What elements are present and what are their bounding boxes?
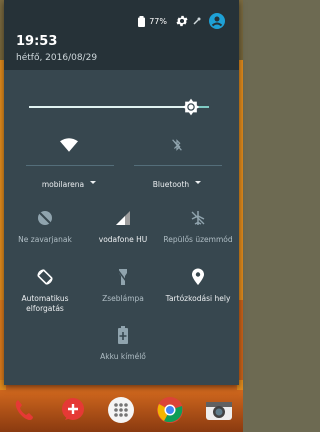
battery-saver-tile[interactable]: Akku kímélő bbox=[82, 326, 164, 361]
bluetooth-divider bbox=[134, 165, 222, 166]
status-icons: 77% bbox=[138, 12, 225, 30]
chevron-down-icon bbox=[90, 181, 97, 184]
bluetooth-label: Bluetooth bbox=[152, 180, 190, 189]
home-dock bbox=[0, 388, 243, 432]
signal-icon bbox=[116, 211, 130, 225]
flashlight-icon bbox=[116, 268, 130, 286]
location-tile[interactable]: Tartózkodási hely bbox=[157, 268, 239, 303]
location-icon bbox=[192, 268, 204, 285]
do-not-disturb-tile[interactable]: Ne zavarjanak bbox=[4, 210, 86, 244]
auto-rotate-label: Automatikus elforgatás bbox=[21, 294, 69, 313]
quick-settings-panel: mobilarena Bluetooth Ne zavarjanak vodaf… bbox=[4, 70, 239, 385]
phone-icon[interactable] bbox=[10, 396, 38, 424]
mobile-data-tile[interactable]: vodafone HU bbox=[82, 210, 164, 244]
messages-icon[interactable] bbox=[59, 396, 87, 424]
wifi-label: mobilarena bbox=[41, 180, 85, 189]
battery-saver-label: Akku kímélő bbox=[100, 352, 146, 361]
battery-icon bbox=[138, 15, 146, 27]
airplane-mode-tile[interactable]: Repülős üzemmód bbox=[157, 210, 239, 244]
do-not-disturb-label: Ne zavarjanak bbox=[18, 235, 72, 244]
brightness-fill bbox=[29, 106, 191, 108]
bluetooth-tile[interactable] bbox=[132, 138, 222, 152]
location-label: Tartózkodási hely bbox=[165, 294, 231, 303]
brightness-slider[interactable] bbox=[29, 98, 209, 116]
auto-rotate-icon bbox=[37, 269, 53, 285]
do-not-disturb-icon bbox=[38, 211, 52, 225]
chevron-down-icon bbox=[195, 181, 202, 184]
battery-saver-icon bbox=[118, 326, 128, 344]
battery-percent: 77% bbox=[149, 16, 167, 26]
date-label[interactable]: hétfő, 2016/08/29 bbox=[16, 53, 97, 63]
flashlight-tile[interactable]: Zseblámpa bbox=[82, 268, 164, 303]
wifi-tile[interactable] bbox=[24, 138, 114, 152]
wifi-dropdown[interactable]: mobilarena bbox=[24, 172, 114, 191]
chrome-icon[interactable] bbox=[156, 396, 184, 424]
notification-shade: 77% 19:53 hétfő, 2016/08/29 mobilarena B… bbox=[4, 0, 239, 385]
bluetooth-dropdown[interactable]: Bluetooth bbox=[132, 172, 222, 191]
wifi-divider bbox=[26, 165, 114, 166]
airplane-icon bbox=[191, 211, 205, 225]
mobile-data-label: vodafone HU bbox=[98, 235, 148, 244]
shade-header: 77% 19:53 hétfő, 2016/08/29 bbox=[4, 0, 239, 70]
bluetooth-off-icon bbox=[172, 139, 182, 151]
camera-icon[interactable] bbox=[205, 396, 233, 424]
user-avatar-icon[interactable] bbox=[209, 13, 225, 29]
settings-gear-icon[interactable] bbox=[175, 14, 189, 28]
wifi-icon bbox=[60, 138, 78, 152]
brightness-icon[interactable] bbox=[181, 97, 201, 117]
apps-icon[interactable] bbox=[107, 396, 135, 424]
edit-wrench-icon[interactable] bbox=[193, 17, 201, 25]
airplane-mode-label: Repülős üzemmód bbox=[163, 235, 233, 244]
clock-time[interactable]: 19:53 bbox=[16, 34, 57, 49]
auto-rotate-tile[interactable]: Automatikus elforgatás bbox=[4, 268, 86, 314]
flashlight-label: Zseblámpa bbox=[102, 294, 144, 303]
